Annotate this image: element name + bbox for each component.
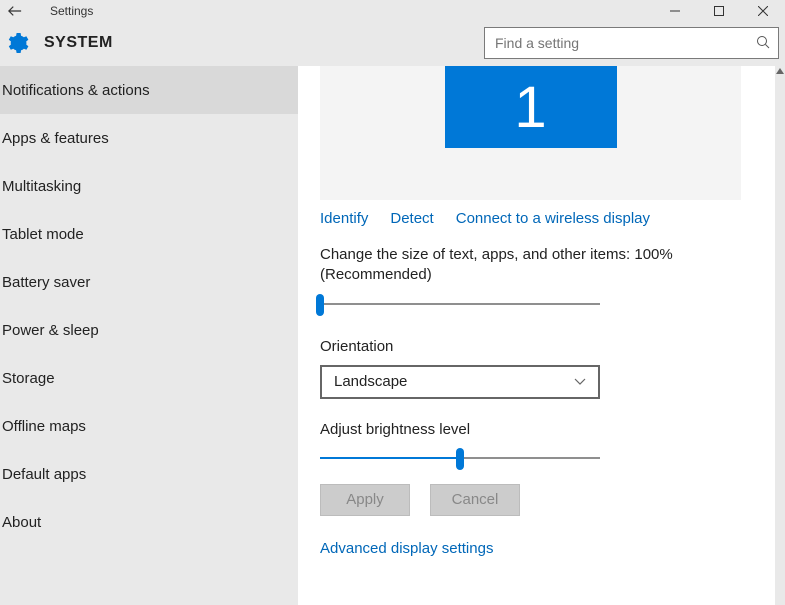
sidebar-item-label: Notifications & actions [2, 82, 150, 99]
scroll-up-arrow-icon[interactable] [775, 66, 785, 76]
orientation-label: Orientation [320, 338, 775, 355]
sidebar-item-label: Apps & features [2, 130, 109, 147]
orientation-value: Landscape [334, 373, 407, 390]
window-title: Settings [50, 4, 93, 18]
sidebar-item[interactable]: Notifications & actions [0, 66, 298, 114]
detect-link[interactable]: Detect [390, 210, 433, 227]
sidebar-item[interactable]: About [0, 498, 298, 546]
slider-thumb[interactable] [456, 448, 464, 470]
close-icon [758, 6, 768, 16]
sidebar-item-label: Storage [2, 370, 55, 387]
sidebar-item[interactable]: Offline maps [0, 402, 298, 450]
advanced-display-link[interactable]: Advanced display settings [320, 540, 493, 557]
apply-cancel-row: Apply Cancel [320, 484, 775, 516]
sidebar-item-label: Power & sleep [2, 322, 99, 339]
identify-link[interactable]: Identify [320, 210, 368, 227]
monitor-tile[interactable]: 1 [445, 66, 617, 148]
titlebar: Settings [0, 0, 785, 22]
sidebar-item-label: Multitasking [2, 178, 81, 195]
scale-label: Change the size of text, apps, and other… [320, 245, 680, 286]
sidebar-item-label: Offline maps [2, 418, 86, 435]
close-button[interactable] [741, 0, 785, 22]
cancel-button[interactable]: Cancel [430, 484, 520, 516]
content-scrollbar[interactable] [775, 66, 785, 605]
header: SYSTEM [0, 22, 785, 66]
page-title: SYSTEM [44, 34, 113, 52]
sidebar-item[interactable]: Default apps [0, 450, 298, 498]
settings-gear-icon [4, 30, 30, 56]
apply-button[interactable]: Apply [320, 484, 410, 516]
search-box[interactable] [484, 27, 779, 59]
chevron-down-icon [574, 378, 586, 386]
sidebar-item[interactable]: Multitasking [0, 162, 298, 210]
sidebar-item[interactable]: Tablet mode [0, 210, 298, 258]
search-icon [756, 35, 770, 52]
scale-slider[interactable] [320, 294, 600, 314]
brightness-label: Adjust brightness level [320, 421, 775, 438]
back-button[interactable] [6, 2, 24, 20]
sidebar-item[interactable]: Battery saver [0, 258, 298, 306]
arrow-left-icon [8, 5, 22, 17]
maximize-button[interactable] [697, 0, 741, 22]
slider-fill [320, 457, 460, 459]
maximize-icon [714, 6, 724, 16]
slider-thumb[interactable] [316, 294, 324, 316]
sidebar-item[interactable]: Apps & features [0, 114, 298, 162]
sidebar-item-label: About [2, 514, 41, 531]
sidebar: Notifications & actions Apps & features Mu… [0, 66, 298, 605]
monitor-number: 1 [514, 74, 546, 141]
minimize-button[interactable] [653, 0, 697, 22]
orientation-select[interactable]: Landscape [320, 365, 600, 399]
sidebar-item[interactable]: Storage [0, 354, 298, 402]
content-area: 1 Identify Detect Connect to a wireless … [298, 66, 775, 605]
display-preview: 1 [320, 66, 741, 200]
minimize-icon [670, 6, 680, 16]
window-controls [653, 0, 785, 22]
sidebar-item[interactable]: Power & sleep [0, 306, 298, 354]
brightness-slider[interactable] [320, 448, 600, 468]
search-input[interactable] [495, 35, 756, 51]
sidebar-item-label: Battery saver [2, 274, 90, 291]
display-link-row: Identify Detect Connect to a wireless di… [320, 210, 775, 227]
connect-wireless-link[interactable]: Connect to a wireless display [456, 210, 650, 227]
sidebar-item-label: Tablet mode [2, 226, 84, 243]
sidebar-item-label: Default apps [2, 466, 86, 483]
slider-track [320, 303, 600, 305]
